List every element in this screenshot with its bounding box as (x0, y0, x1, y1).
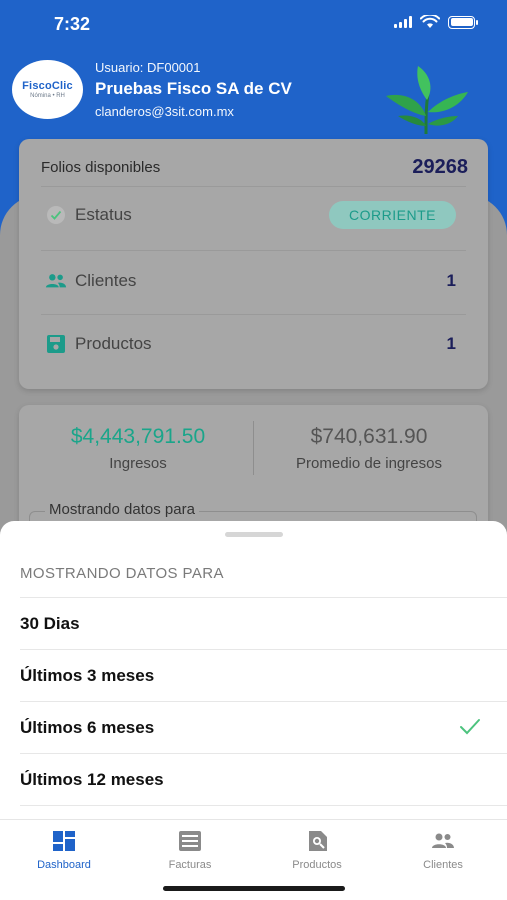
checkmark-icon (460, 719, 480, 735)
clients-row[interactable]: Clientes 1 (45, 266, 456, 296)
tab-label: Facturas (168, 859, 212, 871)
option-label: Últimos 3 meses (20, 665, 155, 685)
tab-productos[interactable]: Productos (267, 830, 367, 871)
divider (41, 314, 466, 315)
tab-clientes[interactable]: Clientes (393, 830, 493, 871)
signal-icon (394, 16, 412, 28)
logo-text: FiscoClic (22, 80, 73, 92)
status-badge: CORRIENTE (329, 201, 456, 229)
divider (41, 186, 466, 187)
invoice-icon (140, 830, 240, 852)
product-search-icon (267, 830, 367, 852)
folios-value: 29268 (412, 156, 468, 178)
summary-card: Folios disponibles 29268 Estatus CORRIEN… (19, 139, 488, 389)
products-label: Productos (75, 334, 152, 353)
period-select-label: Mostrando datos para (45, 501, 199, 518)
income-value: $4,443,791.50 (70, 425, 206, 448)
wifi-icon (420, 15, 440, 28)
tab-label: Dashboard (37, 859, 91, 871)
status-bar: 7:32 (0, 0, 507, 50)
sheet-handle[interactable] (225, 532, 283, 537)
tab-dashboard[interactable]: Dashboard (14, 830, 114, 871)
status-label: Estatus (75, 205, 132, 224)
home-indicator (163, 886, 345, 891)
products-row[interactable]: Productos 1 (45, 329, 456, 359)
average-metric: $740,631.90 Promedio de ingresos (264, 425, 474, 472)
income-metric: $4,443,791.50 Ingresos (33, 425, 243, 472)
user-email: clanderos@3sit.com.mx (95, 104, 234, 119)
sheet-row-divider (20, 805, 507, 819)
income-label: Ingresos (109, 455, 167, 472)
sheet-title: MOSTRANDO DATOS PARA (20, 565, 224, 582)
clients-label: Clientes (75, 271, 137, 290)
status-icons (394, 15, 478, 29)
status-row: Estatus CORRIENTE (45, 201, 456, 229)
average-income-value: $740,631.90 (310, 425, 428, 448)
dashboard-icon (14, 830, 114, 852)
folios-label: Folios disponibles (41, 159, 161, 176)
option-30-dias[interactable]: 30 Dias (20, 597, 507, 649)
save-icon (45, 333, 67, 355)
option-12-meses[interactable]: Últimos 12 meses (20, 753, 507, 805)
average-income-label: Promedio de ingresos (296, 455, 442, 472)
divider (41, 250, 466, 251)
tab-label: Clientes (423, 859, 463, 871)
metric-divider (253, 421, 254, 475)
option-6-meses[interactable]: Últimos 6 meses (20, 701, 507, 753)
status-time: 7:32 (54, 14, 91, 34)
company-name: Pruebas Fisco SA de CV (95, 79, 292, 98)
option-label: Últimos 12 meses (20, 769, 164, 789)
battery-icon (448, 15, 478, 29)
logo-subtext: Nómina • RH (30, 93, 65, 99)
option-label: 30 Dias (20, 613, 80, 633)
user-info: Usuario: DF00001 Pruebas Fisco SA de CV … (95, 60, 292, 119)
folios-row: Folios disponibles 29268 (41, 156, 468, 179)
company-logo: FiscoClic Nómina • RH (12, 60, 83, 119)
people-icon (45, 270, 67, 292)
plant-illustration (386, 66, 468, 135)
option-label: Últimos 6 meses (20, 717, 155, 737)
check-circle-icon (45, 204, 67, 226)
user-id: Usuario: DF00001 (95, 60, 201, 75)
clients-count: 1 (446, 271, 456, 290)
tab-facturas[interactable]: Facturas (140, 830, 240, 871)
people-icon (393, 830, 493, 852)
products-count: 1 (446, 334, 456, 353)
tab-label: Productos (292, 859, 342, 871)
option-3-meses[interactable]: Últimos 3 meses (20, 649, 507, 701)
